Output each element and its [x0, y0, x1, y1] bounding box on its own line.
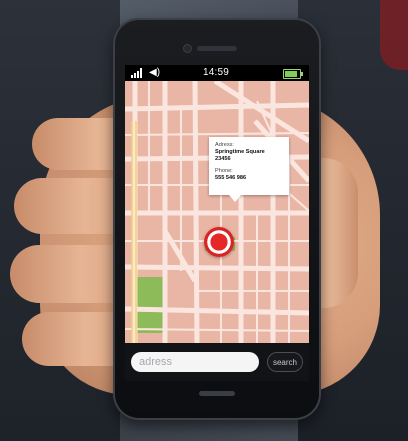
status-bar: ◀) 14:59 — [125, 65, 309, 81]
address-line-1: Springtime Square — [215, 149, 265, 155]
phone-label: Phone: — [215, 168, 233, 174]
search-button[interactable]: search — [267, 352, 303, 372]
phone-value: 555 546 986 — [215, 175, 247, 181]
phone-screen: ◀) 14:59 Adress: Springtime Square 23456… — [125, 65, 309, 381]
signal-icon — [131, 68, 142, 78]
location-pin-icon[interactable] — [204, 227, 234, 257]
necktie — [380, 0, 408, 70]
address-input[interactable] — [131, 352, 259, 372]
battery-icon — [283, 69, 303, 79]
address-line-2: 23456 — [215, 156, 231, 162]
front-camera — [184, 45, 191, 52]
volume-icon: ◀) — [149, 67, 161, 78]
smartphone: ◀) 14:59 Adress: Springtime Square 23456… — [113, 18, 321, 420]
address-label: Adress: — [215, 142, 234, 148]
home-button[interactable] — [199, 391, 235, 396]
earpiece-speaker — [197, 46, 237, 51]
map-view[interactable] — [125, 81, 309, 343]
park-area — [133, 277, 167, 333]
search-bar: search — [125, 343, 309, 381]
status-time: 14:59 — [203, 67, 230, 78]
location-info-popup[interactable]: Adress: Springtime Square 23456 Phone: 5… — [209, 137, 289, 202]
